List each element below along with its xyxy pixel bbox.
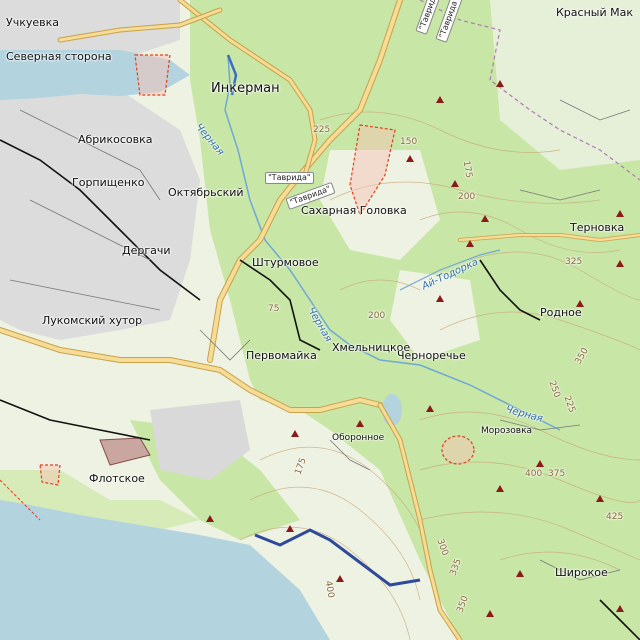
place-ternovka[interactable]: Терновка — [570, 222, 624, 233]
road-label-tavrida: "Таврида" — [265, 172, 314, 184]
place-pervomayka[interactable]: Первомайка — [246, 350, 317, 361]
place-krasny-mak[interactable]: Красный Мак — [556, 7, 633, 18]
contour-label: 400 — [525, 469, 543, 479]
place-severnaya-storona[interactable]: Северная сторона — [6, 51, 112, 62]
place-morozovka[interactable]: Морозовка — [481, 427, 532, 436]
place-rodnoe[interactable]: Родное — [540, 307, 582, 318]
place-abrikosovka[interactable]: Абрикосовка — [78, 134, 152, 145]
place-lukomsky-khutor[interactable]: Лукомский хутор — [42, 315, 142, 326]
place-gorpishchenko[interactable]: Горпищенко — [72, 177, 144, 188]
contour-label: 425 — [606, 512, 624, 522]
contour-label: 400 — [322, 580, 336, 599]
place-sakharnaya-golovka[interactable]: Сахарная Головка — [301, 205, 407, 216]
contour-label: 325 — [565, 257, 583, 267]
contour-label: 375 — [548, 469, 566, 479]
contour-label: 200 — [458, 192, 476, 202]
place-inkerman[interactable]: Инкерман — [211, 82, 280, 95]
place-chernorechye[interactable]: Черноречье — [397, 350, 466, 361]
place-dergachi[interactable]: Дергачи — [122, 245, 171, 256]
contour-label: 200 — [368, 311, 386, 321]
place-shirokoe[interactable]: Широкое — [555, 567, 608, 578]
place-shturmovoe[interactable]: Штурмовое — [252, 257, 319, 268]
place-uchkuevka[interactable]: Учкуевка — [6, 17, 59, 28]
map-view[interactable]: Учкуевка Северная сторона Красный Мак Ин… — [0, 0, 640, 640]
contour-label: 150 — [400, 137, 418, 147]
contour-label: 175 — [460, 160, 474, 179]
place-oktyabrsky[interactable]: Октябрьский — [168, 187, 244, 198]
contour-label: 75 — [268, 304, 280, 314]
place-oboronnoe[interactable]: Оборонное — [332, 434, 384, 443]
contour-label: 225 — [313, 125, 331, 135]
place-flotskoe[interactable]: Флотское — [89, 473, 145, 484]
